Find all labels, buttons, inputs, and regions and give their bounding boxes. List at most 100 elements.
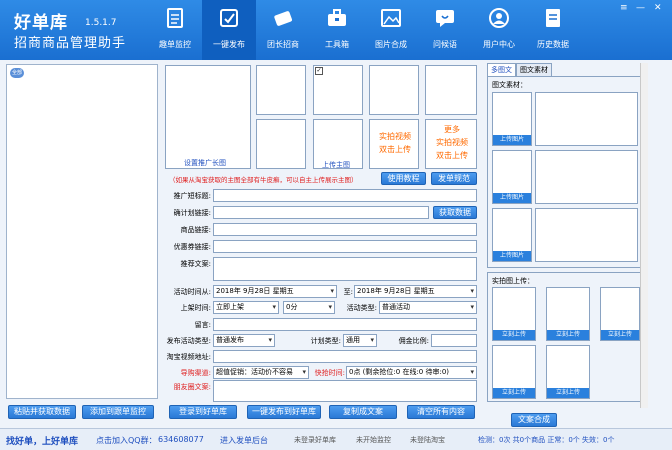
nav-user-center[interactable]: 用户中心 [472,0,526,60]
compose-button[interactable]: 文案合成 [511,413,557,427]
on-time-select[interactable]: 立即上架 [213,301,279,314]
copy-textarea[interactable] [213,257,477,281]
upload-image-button[interactable]: 上传图片 [493,135,531,145]
real-photo-2[interactable]: 立刻上传 [546,287,590,341]
main-image-label: 上传主图 [322,161,350,169]
minimize-button[interactable]: — [636,3,645,13]
moments-copy-textarea[interactable] [213,380,477,402]
main-image-hint: （如果从淘宝获取的主图全部有牛皮癣，可以自主上传展示主图） [169,176,358,184]
promo-image-slot[interactable]: 设置推广长图 [165,65,251,169]
material-text-3[interactable] [535,208,638,262]
main-image-checkbox[interactable]: ✓ [315,67,323,75]
snap-channel-select[interactable]: 超值促销：活动价不容易 [213,366,309,379]
toolbox-icon [328,9,346,26]
instant-upload-button[interactable]: 立刻上传 [601,330,639,340]
nav-greeting[interactable]: 问候语 [418,0,472,60]
login-haodanku-button[interactable]: 登录到好单库 [169,405,237,419]
upload-image-button[interactable]: 上传图片 [493,193,531,203]
add-monitor-button[interactable]: 添加到跟单监控 [82,405,154,419]
instant-upload-button[interactable]: 立刻上传 [547,330,589,340]
snap-time-select[interactable]: 0点 (剩余抢位:0 在线:0 待审:0) [346,366,477,379]
tutorial-button[interactable]: 使用教程 [381,172,426,185]
image-slot-4[interactable] [369,65,419,115]
document-icon [167,8,183,28]
material-section: 图文素材： 上传图片 上传图片 上传图片 [487,76,641,268]
main-image-slot[interactable]: 上传主图 [313,119,363,169]
nav-image-compose[interactable]: 图片合成 [364,0,418,60]
more-video-slot[interactable]: 更多 实拍视频 双击上传 [425,119,477,169]
real-photo-1[interactable]: 立刻上传 [492,287,536,341]
copy-text-button[interactable]: 复制成文案 [329,405,397,419]
activity-type-value: 普通活动 [382,303,410,311]
video-url-input[interactable] [213,350,477,363]
image-slot-3[interactable]: ✓ [313,65,363,115]
publish-haodanku-button[interactable]: 一键发布到好单库 [247,405,321,419]
real-photo-4[interactable]: 立刻上传 [492,345,536,399]
nav-leader[interactable]: 团长招商 [256,0,310,60]
on-time-minute-select[interactable]: 0分 [283,301,335,314]
nav-publish[interactable]: 一键发布 [202,0,256,60]
get-data-button[interactable]: 获取数据 [433,206,477,219]
menu-button[interactable]: ≡ [620,3,628,13]
publish-icon [220,9,238,27]
nav-label: 用户中心 [483,40,515,49]
material-label: 图文素材： [492,81,527,89]
material-text-2[interactable] [535,150,638,204]
product-link-input[interactable] [213,223,477,236]
date-from-picker[interactable]: 2018年 9月28日 星期五 [213,285,337,298]
qq-link[interactable]: 634608077 [158,435,204,444]
count-summary: 检测：0次 共0个商品 正常：0个 失效：0个 [478,436,615,444]
taobao-status: 未登陆淘宝 [410,436,445,444]
nav-label: 一键发布 [213,40,245,49]
product-list[interactable]: 全部 [6,64,158,399]
material-image-2[interactable]: 上传图片 [492,150,532,204]
rules-button[interactable]: 发单规范 [431,172,477,185]
material-text-1[interactable] [535,92,638,146]
tab-material[interactable]: 图文素材 [516,63,552,76]
backend-link[interactable]: 进入发单后台 [220,435,268,446]
real-photo-5[interactable]: 立刻上传 [546,345,590,399]
instant-upload-button[interactable]: 立刻上传 [493,330,535,340]
image-slot-1[interactable] [256,65,306,115]
more-video-text: 更多 实拍视频 双击上传 [430,123,474,162]
activity-type-select[interactable]: 普通活动 [379,301,477,314]
label-copy: 推荐文案: [180,260,211,268]
publish-form: 设置推广长图 ✓ 上传主图 实拍视频 双击上传 更多 实拍视频 双击上传 （如果… [163,63,481,428]
tab-multi-image[interactable]: 多图文 [487,63,516,76]
promo-image-label: 设置推广长图 [184,159,226,167]
close-button[interactable]: ✕ [654,3,662,13]
video-slot[interactable]: 实拍视频 双击上传 [369,119,419,169]
coupon-link-input[interactable] [213,240,477,253]
nav-toolbox[interactable]: 工具箱 [310,0,364,60]
plan-type-select[interactable]: 通用 [343,334,377,347]
real-photo-3[interactable]: 立刻上传 [600,287,640,341]
clear-all-button[interactable]: 清空所有内容 [407,405,475,419]
instant-upload-button[interactable]: 立刻上传 [547,388,589,398]
nav-label: 团长招商 [267,40,299,49]
paste-fetch-button[interactable]: 粘贴并获取数据 [8,405,76,419]
video-line-2: 双击上传 [379,145,411,154]
nav-label: 历史数据 [537,40,569,49]
date-to-picker[interactable]: 2018年 9月28日 星期五 [354,285,477,298]
monitor-status: 未开始监控 [356,436,391,444]
nav-tracking[interactable]: 趣单监控 [148,0,202,60]
on-time-minute-value: 0分 [286,303,298,311]
material-image-1[interactable]: 上传图片 [492,92,532,146]
nav-history[interactable]: 历史数据 [526,0,580,60]
commission-input[interactable] [431,334,477,347]
plan-link-input[interactable] [213,206,429,219]
remark-input[interactable] [213,318,477,331]
upload-image-button[interactable]: 上传图片 [493,251,531,261]
image-slot-2[interactable] [256,119,306,169]
image-slot-5[interactable] [425,65,477,115]
instant-upload-button[interactable]: 立刻上传 [493,388,535,398]
title-input[interactable] [213,189,477,202]
material-image-3[interactable]: 上传图片 [492,208,532,262]
slogan: 找好单，上好单库 [6,437,79,447]
snap-channel-value: 超值促销：活动价不容易 [216,368,293,376]
publish-type-select[interactable]: 普通发布 [213,334,275,347]
status-bar: 找好单，上好单库 点击加入QQ群： 634608077 进入发单后台 未登录好单… [0,428,672,450]
ticket-icon [274,11,293,26]
material-tabs: 多图文 图文素材 [487,63,552,76]
right-scrollbar[interactable] [640,63,648,408]
